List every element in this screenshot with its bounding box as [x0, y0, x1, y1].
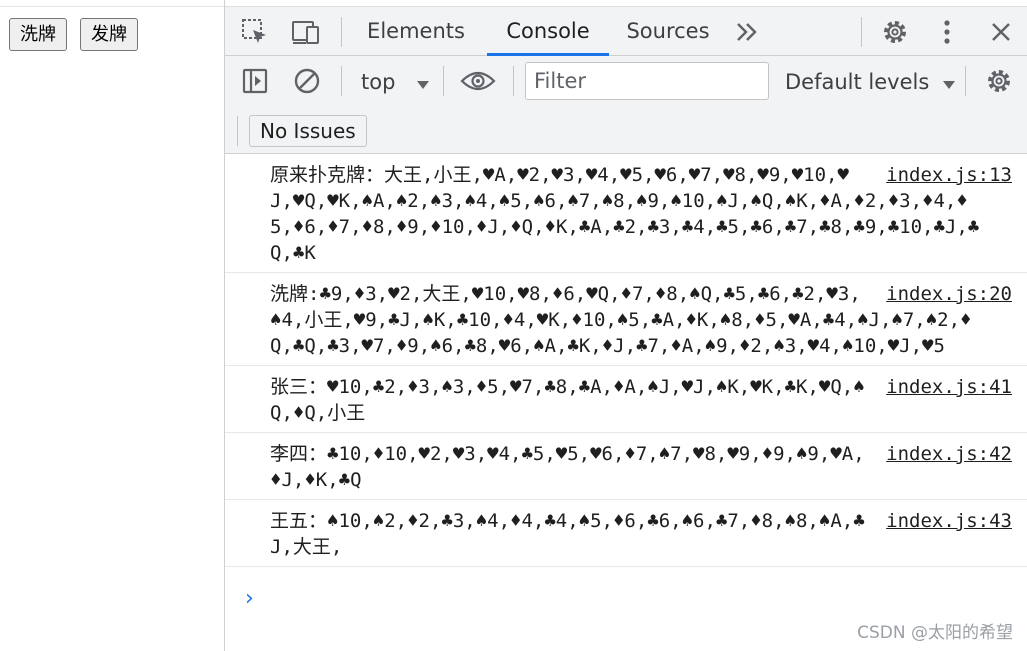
- kebab-menu-icon[interactable]: [935, 16, 959, 48]
- settings-icon[interactable]: [879, 16, 911, 48]
- console-message: index.js:20 洗牌:♣9,♦3,♥2,大王,♥10,♥8,♦6,♥Q,…: [225, 273, 1027, 366]
- console-prompt[interactable]: ›: [245, 586, 254, 611]
- context-selector[interactable]: top: [361, 65, 430, 99]
- log-text: 李四：♣10,♦10,♥2,♥3,♥4,♣5,♥5,♥6,♦7,♠7,♥8,♥9…: [270, 443, 865, 491]
- source-link[interactable]: index.js:43: [886, 508, 1012, 534]
- console-settings-icon[interactable]: [983, 65, 1015, 97]
- device-toolbar-icon[interactable]: [289, 17, 323, 47]
- tabbar-separator: [861, 17, 862, 47]
- tab-console[interactable]: Console: [487, 7, 609, 56]
- dropdown-arrow-icon: [942, 66, 956, 100]
- toolbar-separator: [341, 66, 342, 96]
- sidebar-toggle-icon[interactable]: [239, 66, 271, 96]
- toolbar-separator: [513, 66, 514, 96]
- toolbar-separator: [965, 66, 966, 96]
- console-message: index.js:41 张三：♥10,♣2,♦3,♠3,♦5,♥7,♣8,♣A,…: [225, 366, 1027, 433]
- source-link[interactable]: index.js:13: [886, 162, 1012, 188]
- source-link[interactable]: index.js:41: [886, 374, 1012, 400]
- devtools-panel: Elements Console Sources top Filter Defa…: [224, 0, 1027, 651]
- deal-button[interactable]: 发牌: [80, 18, 138, 51]
- log-text: 原来扑克牌：大王,小王,♥A,♥2,♥3,♥4,♥5,♥6,♥7,♥8,♥9,♥…: [270, 164, 980, 264]
- filter-input[interactable]: [525, 62, 769, 100]
- console-message: index.js:42 李四：♣10,♦10,♥2,♥3,♥4,♣5,♥5,♥6…: [225, 433, 1027, 500]
- source-link[interactable]: index.js:42: [886, 441, 1012, 467]
- issues-button[interactable]: No Issues: [249, 115, 367, 147]
- log-text: 张三：♥10,♣2,♦3,♠3,♦5,♥7,♣8,♣A,♦A,♠J,♥J,♠K,…: [270, 376, 865, 424]
- more-tabs-icon[interactable]: [733, 17, 761, 47]
- tabbar-separator: [341, 17, 342, 47]
- watermark: CSDN @太阳的希望: [857, 623, 1013, 643]
- tab-elements[interactable]: Elements: [363, 7, 469, 56]
- console-message: index.js:13 原来扑克牌：大王,小王,♥A,♥2,♥3,♥4,♥5,♥…: [225, 154, 1027, 273]
- context-label: top: [361, 70, 396, 94]
- page-viewport: 洗牌 发牌: [0, 0, 224, 651]
- log-text: 王五：♠10,♠2,♦2,♣3,♠4,♦4,♣4,♠5,♦6,♣6,♠6,♣7,…: [270, 510, 865, 558]
- devtools-tabbar: Elements Console Sources: [225, 6, 1027, 56]
- prompt-chevron-icon: ›: [245, 586, 254, 611]
- inspect-icon[interactable]: [239, 17, 271, 47]
- shuffle-button[interactable]: 洗牌: [9, 18, 67, 51]
- dropdown-arrow-icon: [416, 66, 430, 100]
- log-levels-label: Default levels: [785, 70, 930, 94]
- tab-sources[interactable]: Sources: [623, 7, 713, 56]
- console-message: index.js:43 王五：♠10,♠2,♦2,♣3,♠4,♦4,♣4,♠5,…: [225, 500, 1027, 567]
- toolbar-separator: [443, 66, 444, 96]
- eye-icon[interactable]: [459, 66, 497, 96]
- source-link[interactable]: index.js:20: [886, 281, 1012, 307]
- close-icon[interactable]: [985, 16, 1017, 48]
- page-top-edge: [0, 0, 224, 7]
- issues-separator: [237, 116, 238, 146]
- clear-console-icon[interactable]: [291, 66, 323, 96]
- console-output: index.js:13 原来扑克牌：大王,小王,♥A,♥2,♥3,♥4,♥5,♥…: [225, 154, 1027, 611]
- log-levels-dropdown[interactable]: Default levels: [785, 65, 956, 99]
- log-text: 洗牌:♣9,♦3,♥2,大王,♥10,♥8,♦6,♥Q,♦7,♦8,♠Q,♣5,…: [270, 283, 972, 357]
